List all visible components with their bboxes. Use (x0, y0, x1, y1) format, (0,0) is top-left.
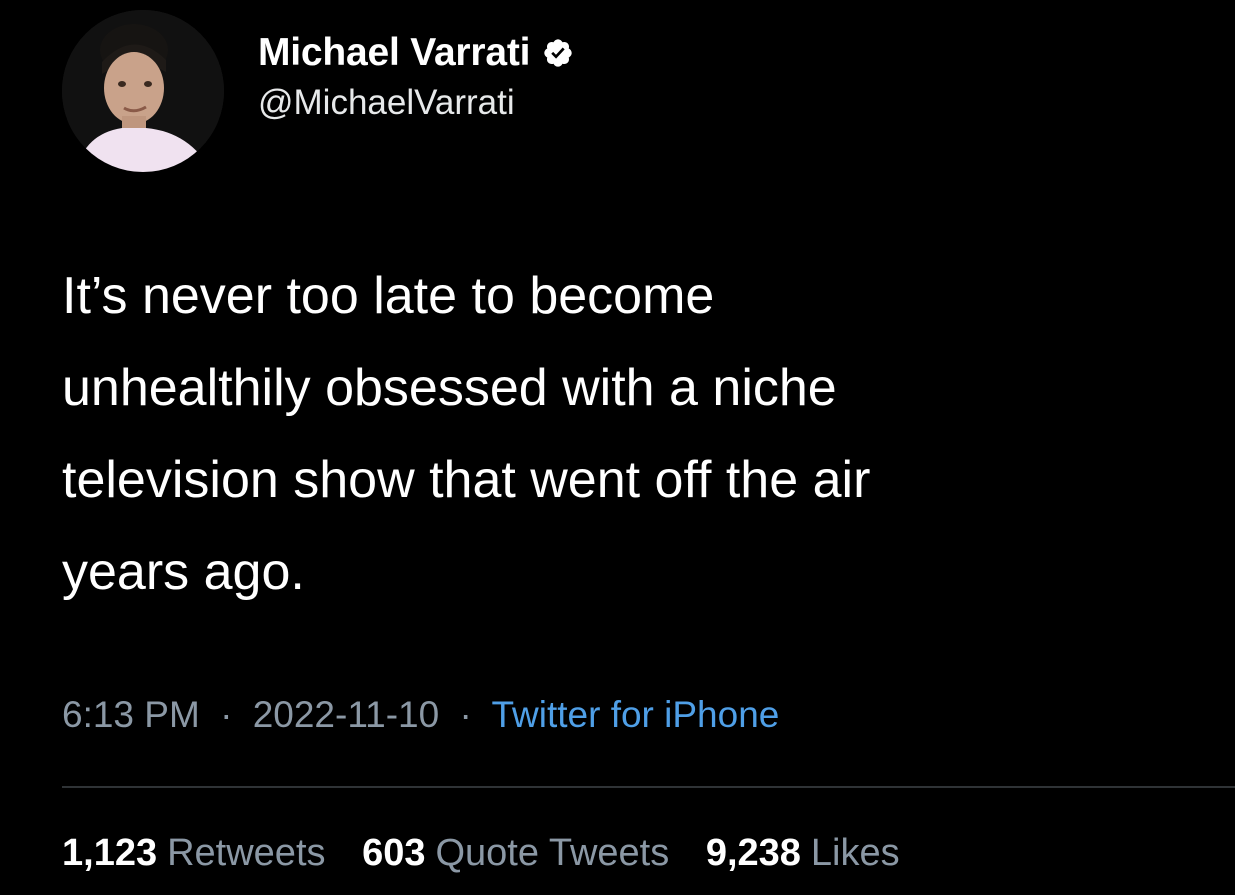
tweet-time[interactable]: 6:13 PM (62, 694, 200, 735)
tweet-card: Michael Varrati @MichaelVarrati It’s nev… (0, 0, 1235, 895)
retweets-count: 1,123 (62, 832, 158, 874)
likes-label: Likes (810, 832, 900, 874)
quote-tweets-count: 603 (362, 832, 426, 874)
tweet-meta: 6:13 PM · 2022-11-10 · Twitter for iPhon… (62, 694, 779, 736)
meta-separator: · (459, 694, 472, 735)
tweet-stats: 1,123 Retweets 603 Quote Tweets 9,238 Likes (62, 832, 926, 875)
display-name[interactable]: Michael Varrati (258, 31, 531, 75)
divider (62, 786, 1235, 788)
user-names: Michael Varrati @MichaelVarrati (258, 31, 574, 123)
retweets-label: Retweets (167, 832, 326, 874)
verified-badge-icon (542, 37, 574, 69)
tweet-date[interactable]: 2022-11-10 (253, 694, 440, 735)
likes-stat[interactable]: 9,238 Likes (706, 832, 900, 875)
avatar[interactable] (62, 10, 224, 172)
user-handle[interactable]: @MichaelVarrati (258, 83, 574, 123)
display-name-row: Michael Varrati (258, 31, 574, 75)
likes-count: 9,238 (705, 832, 801, 874)
tweet-text: It’s never too late to become unhealthil… (62, 267, 871, 601)
tweet-source-link[interactable]: Twitter for iPhone (491, 694, 779, 735)
quote-tweets-stat[interactable]: 603 Quote Tweets (362, 832, 669, 875)
quote-tweets-label: Quote Tweets (435, 832, 670, 874)
tweet-header: Michael Varrati @MichaelVarrati (62, 6, 574, 176)
retweets-stat[interactable]: 1,123 Retweets (62, 832, 326, 875)
avatar-photo-icon (62, 10, 224, 172)
meta-separator: · (220, 694, 233, 735)
